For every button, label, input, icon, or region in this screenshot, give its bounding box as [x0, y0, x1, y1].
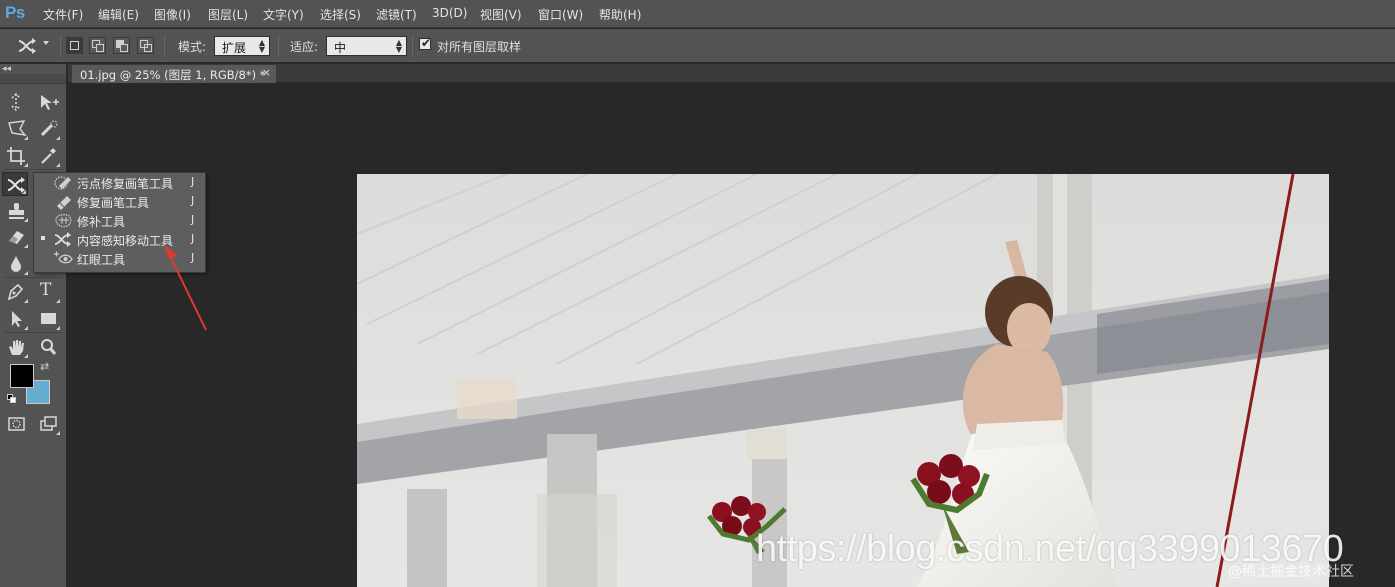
toolbox-grip[interactable] [0, 74, 66, 84]
spot-healing-brush-icon [54, 176, 71, 190]
tool-blur[interactable] [3, 252, 29, 276]
adapt-label: 适应: [290, 40, 319, 54]
options-divider [278, 35, 279, 57]
tool-path-selection[interactable] [3, 307, 29, 331]
flyout-shortcut: J [191, 175, 195, 188]
menu-edit[interactable]: 编辑(E) [98, 6, 139, 23]
photoshop-logo: Ps [5, 3, 25, 22]
menu-window[interactable]: 窗口(W) [538, 6, 583, 23]
artboard-icon [41, 95, 59, 110]
healing-brush-icon [57, 196, 71, 210]
menu-layer[interactable]: 图层(L) [208, 6, 248, 23]
document-tab-title: 01.jpg @ 25% (图层 1, RGB/8*) * [80, 68, 266, 82]
flyout-label: 红眼工具 [77, 253, 126, 267]
document-tab[interactable]: 01.jpg @ 25% (图层 1, RGB/8*) * × [71, 64, 277, 83]
menu-filter[interactable]: 滤镜(T) [376, 6, 417, 23]
tool-eraser[interactable] [3, 225, 29, 249]
menu-image[interactable]: 图像(I) [154, 6, 191, 23]
flyout-shortcut: J [191, 213, 195, 226]
tool-hand[interactable] [3, 335, 29, 359]
juejin-watermark: @稀土掘金技术社区 [1228, 564, 1354, 580]
menu-view[interactable]: 视图(V) [480, 6, 522, 23]
tool-move[interactable] [3, 90, 29, 114]
menu-select[interactable]: 选择(S) [320, 6, 361, 23]
red-annotation-arrow-icon [164, 245, 207, 331]
flyout-item-spot-healing-brush[interactable]: 污点修复画笔工具 J [34, 173, 205, 192]
sample-all-layers-checkbox[interactable]: ✔ [419, 36, 432, 50]
move-tool-icon [11, 92, 21, 112]
tool-screen-mode[interactable] [35, 412, 61, 436]
add-selection-button[interactable] [89, 37, 106, 54]
flyout-item-healing-brush[interactable]: 修复画笔工具 J [34, 192, 205, 211]
collapse-double-arrow-icon[interactable]: ◂◂ [2, 64, 11, 74]
mode-value: 扩展 [222, 41, 247, 55]
chevron-down-icon [43, 41, 49, 45]
flyout-item-patch[interactable]: 修补工具 J [34, 211, 205, 230]
red-eye-icon [54, 251, 73, 264]
tool-artboard[interactable] [35, 90, 61, 114]
menu-type[interactable]: 文字(Y) [263, 6, 304, 23]
tool-type[interactable]: T [35, 280, 61, 304]
flyout-label: 修补工具 [77, 215, 126, 229]
tool-eyedropper[interactable] [35, 144, 61, 168]
checkmark-icon: ✔ [421, 36, 432, 50]
toolbox: ◂◂ T ⇄ [0, 64, 67, 587]
menu-help[interactable]: 帮助(H) [599, 6, 641, 23]
type-icon: T [40, 280, 52, 300]
wedding-photo-image [357, 174, 1329, 587]
content-aware-move-icon [54, 232, 71, 247]
tool-crop[interactable] [3, 144, 29, 168]
options-bar: 模式: 扩展 ▲ ▼ 适应: 中 ▲ ▼ 对所有图层取样 [0, 29, 1395, 63]
menu-bar: Ps 文件(F) 编辑(E) 图像(I) 图层(L) 文字(Y) 选择(S) 滤… [0, 0, 1395, 28]
flyout-shortcut: J [191, 194, 195, 207]
flyout-label: 修复画笔工具 [77, 196, 150, 210]
adapt-value: 中 [334, 41, 347, 55]
tool-clone-stamp[interactable] [3, 199, 29, 223]
updown-arrows-icon: ▲ ▼ [395, 38, 402, 54]
tool-zoom[interactable] [35, 335, 61, 359]
tool-preset-picker[interactable] [14, 35, 54, 57]
options-divider [60, 35, 61, 57]
default-colors-icon[interactable] [7, 394, 17, 404]
quick-mask-icon [8, 417, 25, 431]
tool-content-aware-move[interactable] [2, 172, 28, 196]
sample-all-layers-label[interactable]: 对所有图层取样 [437, 38, 521, 55]
menu-file[interactable]: 文件(F) [43, 6, 83, 23]
subtract-selection-button[interactable] [113, 37, 130, 54]
options-divider [412, 35, 413, 57]
menu-3d[interactable]: 3D(D) [432, 6, 467, 20]
updown-arrows-icon: ▲ ▼ [258, 38, 265, 54]
patch-icon [55, 214, 72, 228]
options-divider [164, 35, 165, 57]
intersect-selection-button[interactable] [137, 37, 154, 54]
tool-pen[interactable] [3, 280, 29, 304]
new-selection-button[interactable] [66, 37, 83, 54]
foreground-color-swatch[interactable] [10, 364, 34, 388]
tool-rectangle[interactable] [35, 307, 61, 331]
tool-quick-selection[interactable] [35, 117, 61, 141]
tool-lasso[interactable] [3, 117, 29, 141]
content-aware-move-icon [18, 38, 36, 54]
mode-select[interactable]: 扩展 ▲ ▼ [214, 36, 270, 56]
adapt-select[interactable]: 中 ▲ ▼ [326, 36, 407, 56]
swap-colors-icon[interactable]: ⇄ [40, 360, 49, 373]
selected-bullet-icon [41, 236, 45, 240]
document-canvas-photo[interactable] [357, 174, 1329, 587]
new-selection-icon [70, 41, 79, 50]
tool-quick-mask[interactable] [3, 412, 29, 436]
flyout-label: 污点修复画笔工具 [77, 177, 174, 191]
zoom-icon [41, 339, 57, 355]
mode-label: 模式: [178, 40, 207, 54]
close-icon[interactable]: × [262, 66, 271, 79]
